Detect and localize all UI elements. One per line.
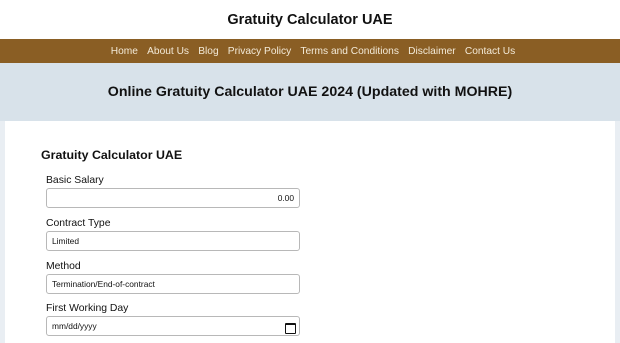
nav-item-home[interactable]: Home (111, 46, 138, 57)
contract-type-value: Limited (52, 236, 79, 246)
nav-item-contact-us[interactable]: Contact Us (465, 46, 515, 57)
nav-item-privacy-policy[interactable]: Privacy Policy (228, 46, 291, 57)
calendar-icon[interactable] (285, 322, 296, 334)
basic-salary-input[interactable]: 0.00 (46, 188, 300, 208)
first-working-day-input[interactable]: mm/dd/yyyy (46, 316, 300, 336)
method-value: Termination/End-of-contract (52, 279, 155, 289)
contract-type-label: Contract Type (46, 218, 111, 229)
basic-salary-value: 0.00 (277, 193, 294, 203)
site-title[interactable]: Gratuity Calculator UAE (227, 12, 392, 28)
hero-banner: Online Gratuity Calculator UAE 2024 (Upd… (0, 63, 620, 121)
nav-item-terms-and-conditions[interactable]: Terms and Conditions (300, 46, 399, 57)
nav-item-disclaimer[interactable]: Disclaimer (408, 46, 456, 57)
first-working-day-placeholder: mm/dd/yyyy (52, 321, 97, 331)
nav-item-about-us[interactable]: About Us (147, 46, 189, 57)
method-select[interactable]: Termination/End-of-contract (46, 274, 300, 294)
page-title: Online Gratuity Calculator UAE 2024 (Upd… (107, 84, 513, 100)
site-header: Gratuity Calculator UAE (0, 0, 620, 39)
basic-salary-label: Basic Salary (46, 175, 104, 186)
method-label: Method (46, 261, 81, 272)
calculator-title: Gratuity Calculator UAE (41, 148, 183, 162)
contract-type-select[interactable]: Limited (46, 231, 300, 251)
main-nav: Home About Us Blog Privacy Policy Terms … (0, 39, 620, 63)
first-working-day-label: First Working Day (46, 303, 129, 314)
nav-item-blog[interactable]: Blog (198, 46, 218, 57)
